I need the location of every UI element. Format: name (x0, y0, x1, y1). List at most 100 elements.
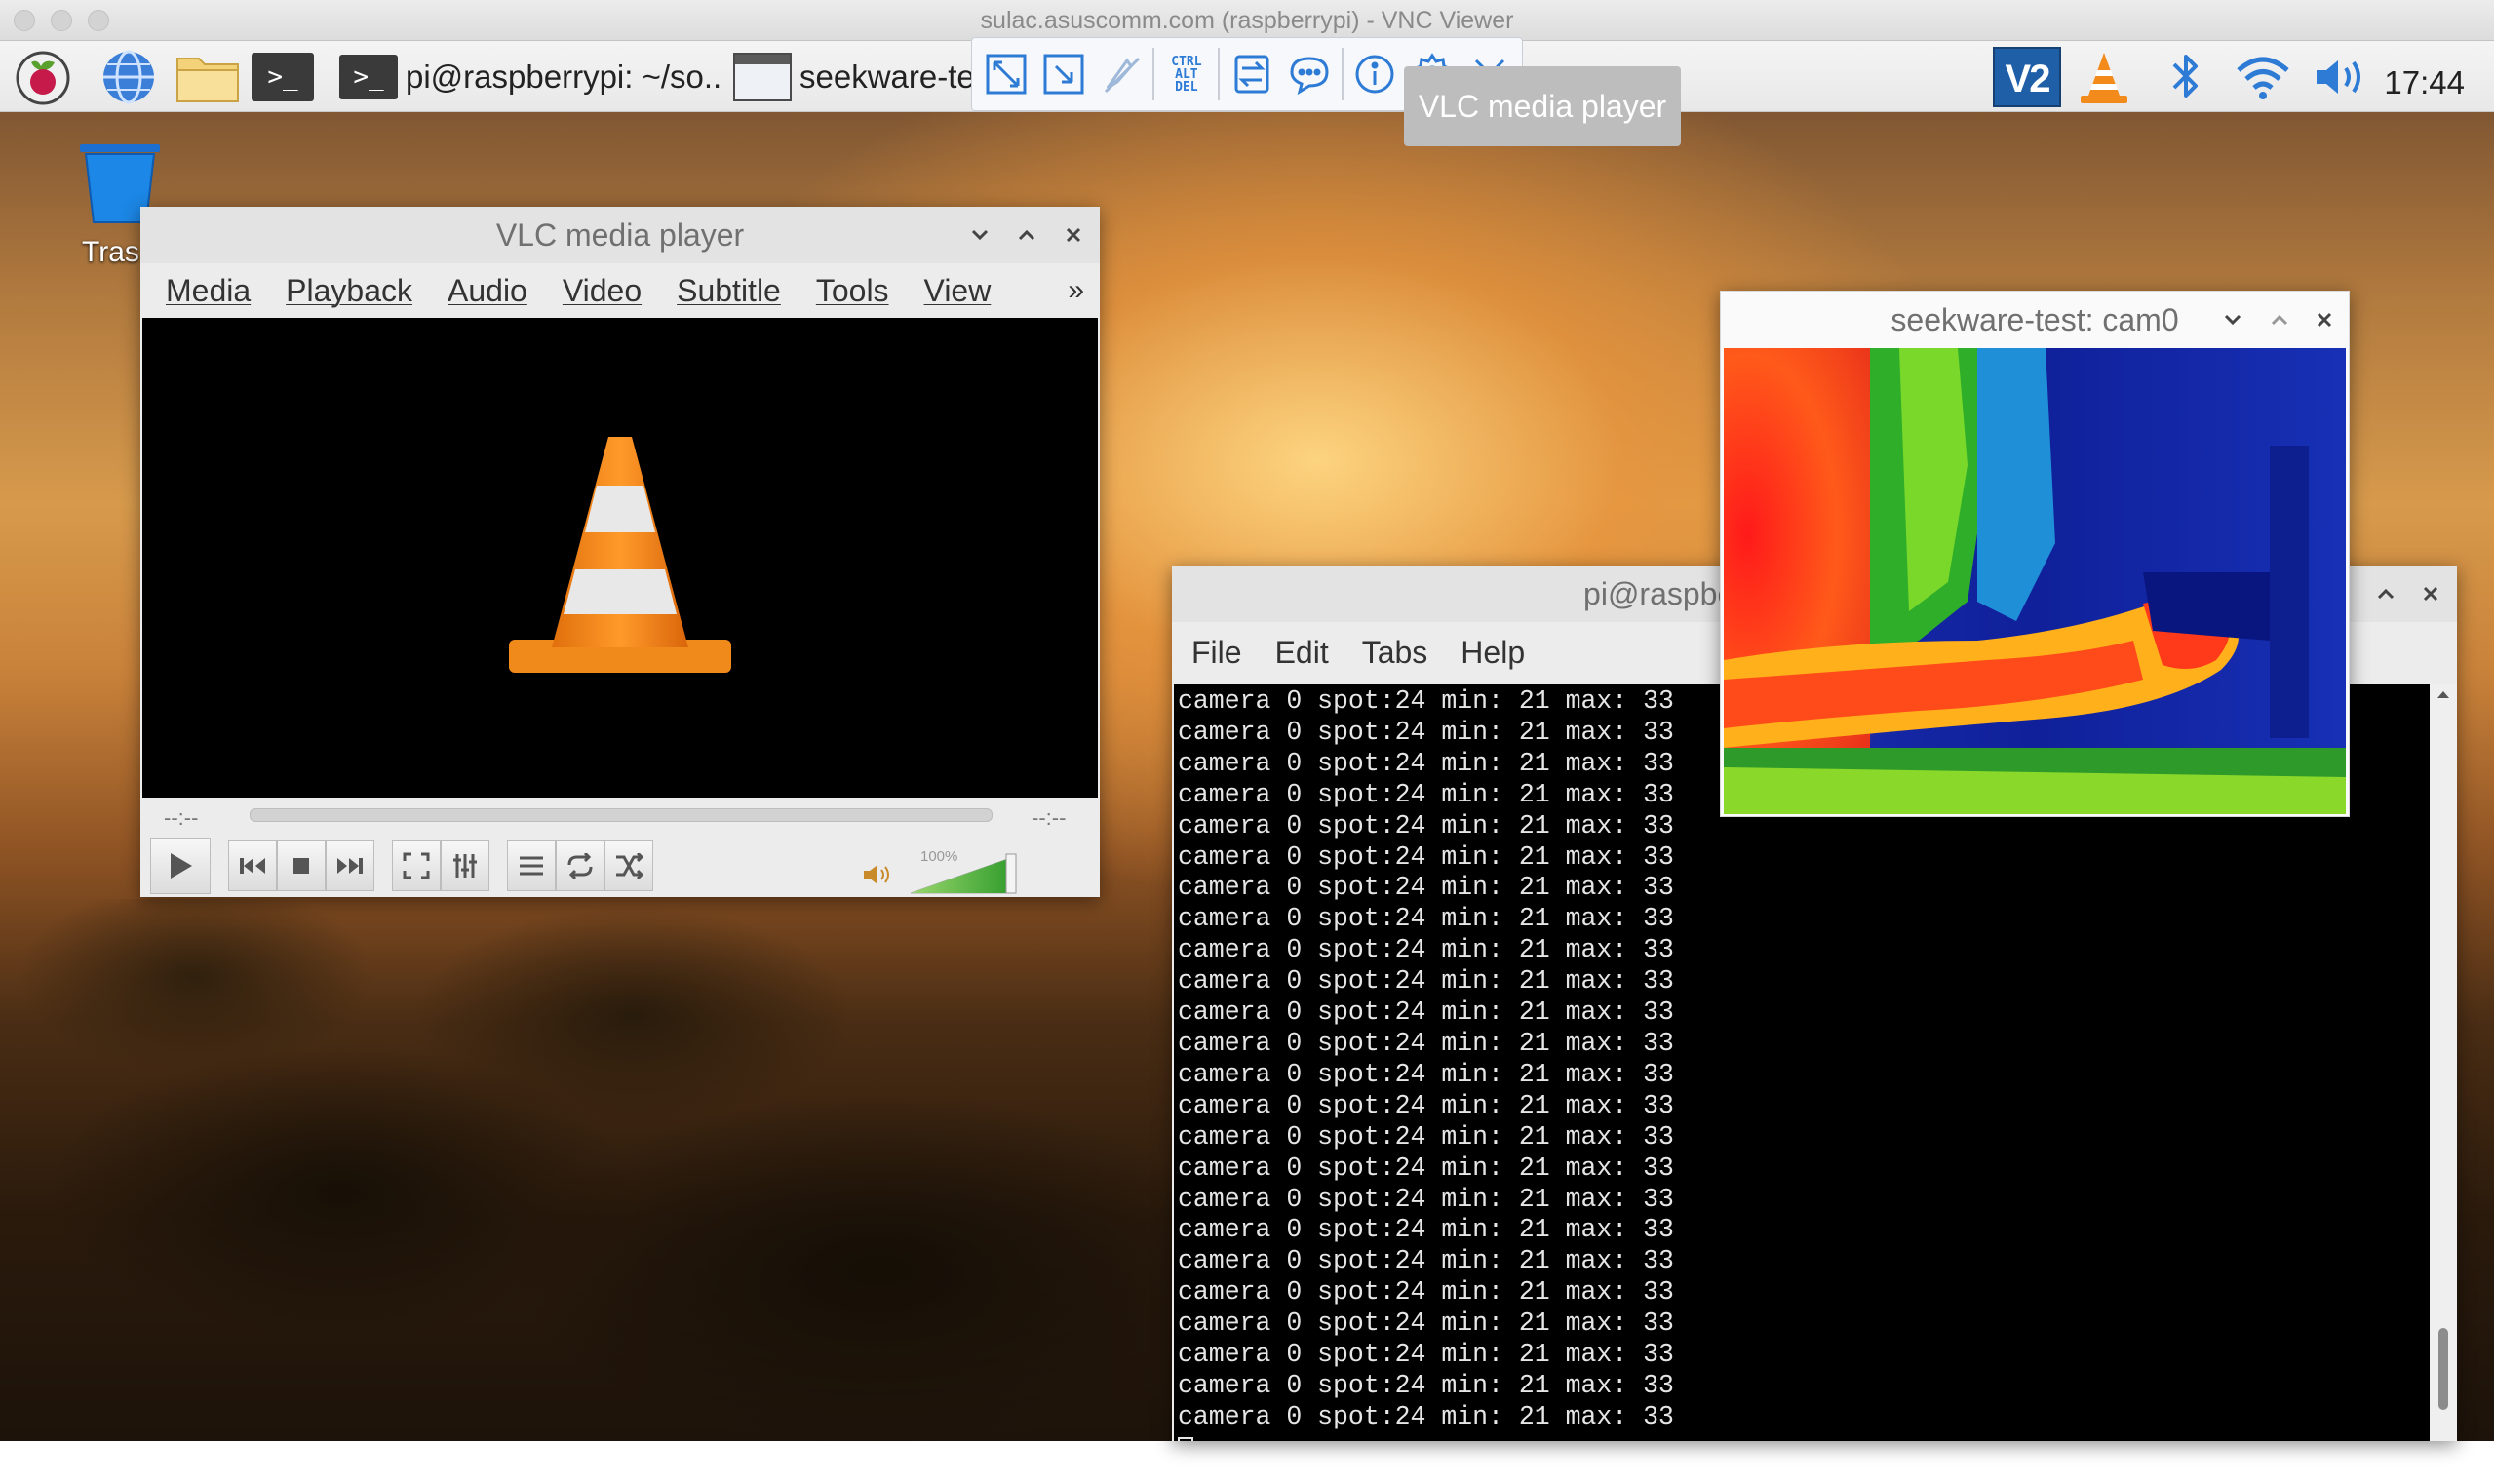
trash-label[interactable]: Tras (82, 236, 139, 269)
scroll-up-icon[interactable] (2430, 684, 2457, 704)
previous-button[interactable] (228, 840, 277, 891)
terminal-line: camera 0 spot:24 min: 21 max: 33 (1178, 1090, 1674, 1120)
terminal-line: camera 0 spot:24 min: 21 max: 33 (1178, 904, 1674, 934)
total-time: --:-- (1032, 805, 1067, 830)
playback-controls (150, 837, 653, 895)
fullscreen-icon[interactable] (980, 46, 1032, 102)
terminal-line: camera 0 spot:24 min: 21 max: 33 (1178, 966, 1674, 996)
menu-overflow-button[interactable]: » (1068, 263, 1084, 318)
maximize-icon[interactable] (2257, 292, 2302, 348)
playlist-button[interactable] (507, 840, 556, 891)
terminal-line: camera 0 spot:24 min: 21 max: 33 (1178, 748, 1674, 778)
terminal-line: camera 0 spot:24 min: 21 max: 33 (1178, 1028, 1674, 1058)
terminal-line: camera 0 spot:24 min: 21 max: 33 (1178, 1308, 1674, 1339)
chevron-down-icon[interactable] (2210, 292, 2255, 348)
terminal-line: camera 0 spot:24 min: 21 max: 33 (1178, 935, 1674, 965)
file-manager-icon[interactable] (174, 49, 242, 103)
fullscreen-button[interactable] (392, 840, 441, 891)
mute-icon[interactable] (862, 862, 893, 892)
taskbar-task-label: seekware-test (799, 59, 971, 95)
menu-audio[interactable]: Audio (448, 273, 527, 309)
terminal-cursor (1178, 1436, 1193, 1441)
info-icon[interactable] (1349, 46, 1401, 102)
close-icon[interactable] (2302, 292, 2347, 348)
toolbar-separator (1341, 48, 1344, 100)
shuffle-button[interactable] (604, 840, 653, 891)
cad-line: CTRL (1171, 54, 1202, 69)
menu-edit[interactable]: Edit (1275, 635, 1329, 671)
pointer-icon[interactable] (1095, 46, 1147, 102)
maximize-icon[interactable] (2363, 566, 2408, 622)
terminal-icon: >_ (339, 55, 398, 99)
cad-line: DEL (1175, 79, 1198, 95)
next-button[interactable] (326, 840, 374, 891)
terminal-line: camera 0 spot:24 min: 21 max: 33 (1178, 1121, 1674, 1152)
menu-subtitle[interactable]: Subtitle (677, 273, 781, 309)
terminal-line: camera 0 spot:24 min: 21 max: 33 (1178, 686, 1674, 716)
menu-tabs[interactable]: Tabs (1362, 635, 1428, 671)
menu-media[interactable]: Media (166, 273, 251, 309)
maximize-icon[interactable] (1004, 207, 1049, 263)
loop-button[interactable] (556, 840, 604, 891)
terminal-line: camera 0 spot:24 min: 21 max: 33 (1178, 779, 1674, 809)
terminal-lines: camera 0 spot:24 min: 21 max: 33 camera 0… (1178, 686, 1674, 1441)
play-button[interactable] (150, 838, 211, 894)
vlc-window: VLC media player Media Playback Audio Vi… (140, 207, 1100, 897)
taskbar-task-seekware[interactable]: seekware-test (733, 51, 971, 103)
elapsed-time: --:-- (164, 805, 199, 830)
vlc-video-area[interactable] (142, 318, 1098, 798)
stop-button[interactable] (277, 840, 326, 891)
vnc-window-titlebar: sulac.asuscomm.com (raspberrypi) - VNC V… (0, 0, 2494, 41)
seekware-window: seekware-test: cam0 (1720, 291, 2350, 817)
web-browser-icon[interactable] (97, 49, 160, 104)
vlc-menubar: Media Playback Audio Video Subtitle Tool… (140, 263, 1100, 318)
wifi-icon[interactable] (2233, 49, 2293, 103)
taskbar-task-label: pi@raspberrypi: ~/so... (406, 59, 721, 95)
vnc-window-title: sulac.asuscomm.com (raspberrypi) - VNC V… (980, 7, 1514, 34)
terminal-line: camera 0 spot:24 min: 21 max: 33 (1178, 1277, 1674, 1308)
menu-video[interactable]: Video (563, 273, 642, 309)
raspberry-menu-icon[interactable] (12, 49, 74, 105)
terminal-line: camera 0 spot:24 min: 21 max: 33 (1178, 997, 1674, 1028)
toolbar-separator (1152, 48, 1155, 100)
vlc-title: VLC media player (140, 207, 1100, 263)
taskbar-task-terminal[interactable]: >_ pi@raspberrypi: ~/so... (339, 51, 721, 103)
vlc-tray-icon[interactable] (2075, 49, 2133, 103)
vnc-tooltip: VLC media player (1404, 66, 1681, 146)
extended-settings-button[interactable] (441, 840, 489, 891)
vnc-badge: V2 (1993, 47, 2061, 107)
menu-view[interactable]: View (924, 273, 992, 309)
menu-file[interactable]: File (1191, 635, 1242, 671)
menu-playback[interactable]: Playback (286, 273, 412, 309)
terminal-scrollbar[interactable] (2430, 684, 2457, 1441)
close-icon[interactable] (2408, 566, 2453, 622)
terminal-glyph: >_ (252, 53, 314, 101)
terminal-line: camera 0 spot:24 min: 21 max: 33 (1178, 841, 1674, 872)
vnc-server-tray-icon[interactable]: V2 (1993, 47, 2061, 107)
toolbar-separator (1218, 48, 1221, 100)
terminal-launcher-icon[interactable]: >_ (252, 49, 314, 103)
terminal-line: camera 0 spot:24 min: 21 max: 33 (1178, 873, 1674, 903)
scrollbar-thumb[interactable] (2438, 1328, 2448, 1410)
chat-icon[interactable] (1283, 46, 1335, 102)
clock: 17:44 (2384, 64, 2465, 100)
close-icon[interactable] (1051, 207, 1096, 263)
menu-tools[interactable]: Tools (816, 273, 889, 309)
terminal-line: camera 0 spot:24 min: 21 max: 33 (1178, 1340, 1674, 1370)
file-transfer-icon[interactable] (1226, 46, 1277, 102)
terminal-line: camera 0 spot:24 min: 21 max: 33 (1178, 1401, 1674, 1431)
terminal-line: camera 0 spot:24 min: 21 max: 33 (1178, 717, 1674, 747)
volume-slider[interactable] (909, 850, 1018, 895)
chevron-down-icon[interactable] (957, 207, 1002, 263)
terminal-line: camera 0 spot:24 min: 21 max: 33 (1178, 1152, 1674, 1183)
cad-line: ALT (1175, 66, 1198, 82)
ctrl-alt-del-icon[interactable]: CTRL ALT DEL (1160, 46, 1212, 102)
terminal-line: camera 0 spot:24 min: 21 max: 33 (1178, 1184, 1674, 1214)
volume-icon[interactable] (2311, 49, 2371, 103)
bluetooth-icon[interactable] (2164, 49, 2207, 103)
menu-help[interactable]: Help (1461, 635, 1525, 671)
terminal-line: camera 0 spot:24 min: 21 max: 33 (1178, 1059, 1674, 1089)
seek-bar[interactable] (250, 808, 993, 822)
terminal-line: camera 0 spot:24 min: 21 max: 33 (1178, 810, 1674, 840)
scale-icon[interactable] (1037, 46, 1089, 102)
